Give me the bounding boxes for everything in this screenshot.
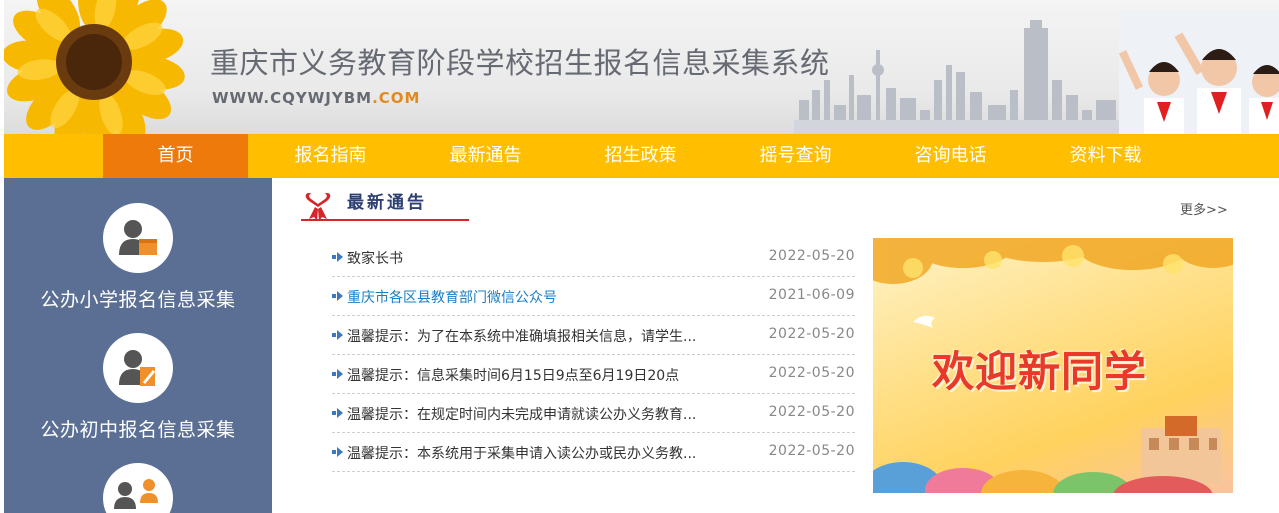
nav-home[interactable]: 首页: [103, 134, 248, 178]
notice-date: 2022-05-20: [768, 248, 855, 264]
notice-date: 2022-05-20: [768, 443, 855, 459]
notice-date: 2021-06-09: [768, 287, 855, 303]
students-saluting-image: [1119, 10, 1279, 134]
bullet-icon: [332, 252, 343, 262]
nav-downloads[interactable]: 资料下载: [1033, 134, 1178, 178]
site-url: WWW.CQYWJYBM.COM: [212, 89, 420, 107]
nav-policy[interactable]: 招生政策: [568, 134, 713, 178]
city-skyline-image: [794, 20, 1124, 134]
list-item: 温馨提示：本系统用于采集申请入读公办或民办义务教... 2022-05-20: [332, 433, 855, 472]
list-item: 重庆市各区县教育部门微信公众号 2021-06-09: [332, 277, 855, 316]
sidebar-item-primary-school[interactable]: 公办小学报名信息采集: [4, 203, 272, 312]
sunflower-logo: [4, 0, 185, 134]
nav-contact[interactable]: 咨询电话: [878, 134, 1023, 178]
welcome-text: 欢迎新同学: [932, 347, 1148, 396]
sidebar-item-label: 公办初中报名信息采集: [40, 419, 236, 441]
site-url-tld: .COM: [372, 89, 421, 107]
bullet-icon: [332, 447, 343, 457]
header-banner: 重庆市义务教育阶段学校招生报名信息采集系统 WWW.CQYWJYBM.COM: [4, 0, 1279, 134]
main-nav: 首页 报名指南 最新通告 招生政策 摇号查询 咨询电话 资料下载: [4, 134, 1279, 178]
notice-title-link[interactable]: 致家长书: [347, 248, 737, 268]
notice-list: 致家长书 2022-05-20 重庆市各区县教育部门微信公众号 2021-06-…: [332, 238, 855, 472]
list-item: 致家长书 2022-05-20: [332, 238, 855, 277]
sidebar: 公办小学报名信息采集 公办初中报名信息采集: [4, 178, 272, 513]
notice-title-link[interactable]: 温馨提示：信息采集时间6月15日9点至6月19日20点: [347, 365, 737, 385]
notices-title: 最新通告: [347, 193, 427, 213]
list-item: 温馨提示：信息采集时间6月15日9点至6月19日20点 2022-05-20: [332, 355, 855, 394]
nav-guide[interactable]: 报名指南: [258, 134, 403, 178]
list-item: 温馨提示：在规定时间内未完成申请就读公办义务教育... 2022-05-20: [332, 394, 855, 433]
notices-title-underline: [301, 219, 469, 221]
more-notices-link[interactable]: 更多>>: [1180, 199, 1228, 218]
notice-date: 2022-05-20: [768, 365, 855, 381]
welcome-banner-image[interactable]: 欢迎新同学: [873, 238, 1233, 493]
notice-date: 2022-05-20: [768, 326, 855, 342]
nav-notices[interactable]: 最新通告: [413, 134, 558, 178]
middle-school-user-icon: [103, 333, 173, 403]
site-title: 重庆市义务教育阶段学校招生报名信息采集系统: [210, 46, 830, 80]
sidebar-item-middle-school[interactable]: 公办初中报名信息采集: [4, 333, 272, 442]
site-url-main: WWW.CQYWJYBM: [212, 89, 373, 107]
bullet-icon: [332, 330, 343, 340]
nav-lottery[interactable]: 摇号查询: [723, 134, 868, 178]
bullet-icon: [332, 369, 343, 379]
notice-date: 2022-05-20: [768, 404, 855, 420]
group-users-icon: [103, 463, 173, 513]
ribbon-icon: [305, 193, 331, 221]
bullet-icon: [332, 291, 343, 301]
notice-title-link[interactable]: 温馨提示：本系统用于采集申请入读公办或民办义务教...: [347, 443, 737, 463]
sidebar-item-group[interactable]: [4, 463, 272, 513]
sidebar-item-label: 公办小学报名信息采集: [40, 289, 236, 311]
list-item: 温馨提示：为了在本系统中准确填报相关信息，请学生... 2022-05-20: [332, 316, 855, 355]
notice-title-link[interactable]: 温馨提示：为了在本系统中准确填报相关信息，请学生...: [347, 326, 737, 346]
bullet-icon: [332, 408, 343, 418]
notice-title-link[interactable]: 重庆市各区县教育部门微信公众号: [347, 287, 737, 307]
notice-title-link[interactable]: 温馨提示：在规定时间内未完成申请就读公办义务教育...: [347, 404, 737, 424]
primary-school-user-icon: [103, 203, 173, 273]
